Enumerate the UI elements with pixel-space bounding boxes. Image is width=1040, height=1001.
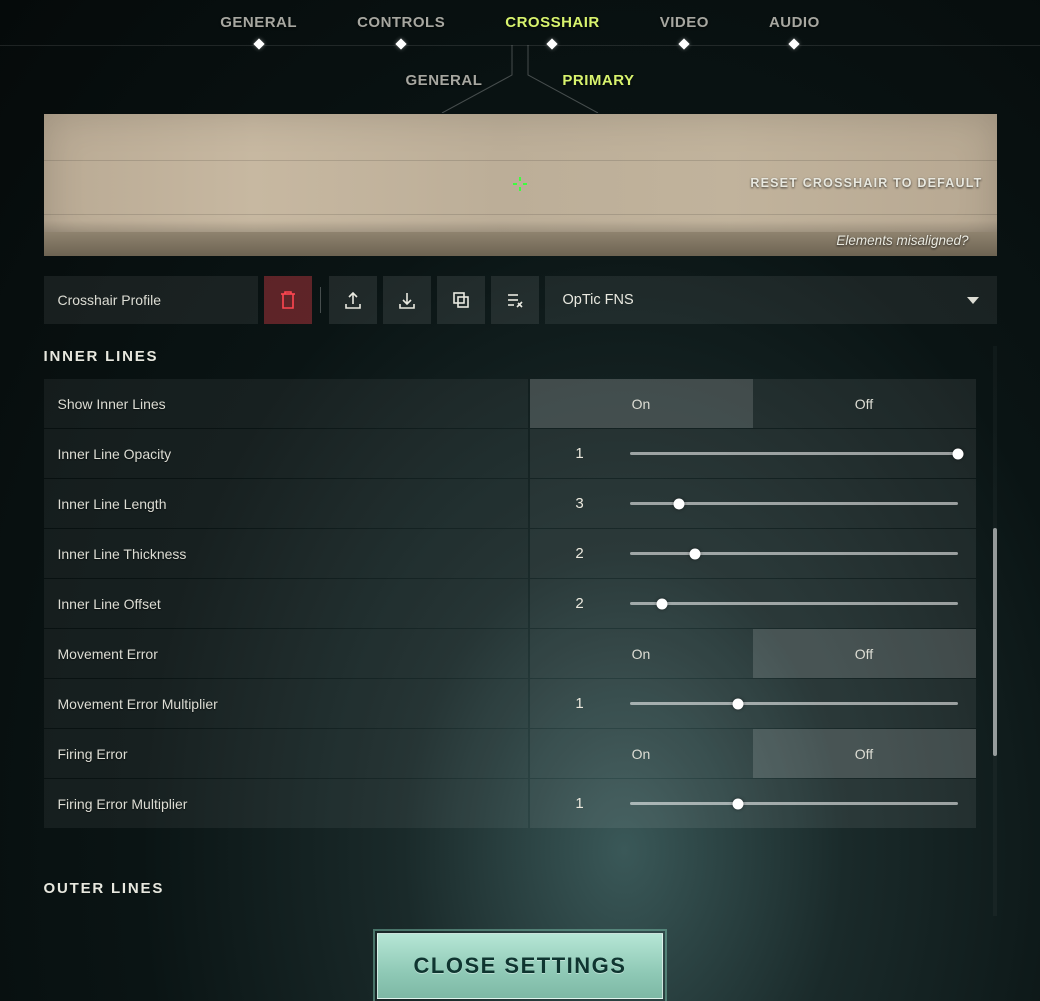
slider-value: 1 xyxy=(530,445,630,462)
reset-crosshair-button[interactable]: RESET CROSSHAIR TO DEFAULT xyxy=(750,176,982,190)
export-profile-button[interactable] xyxy=(329,276,377,324)
setting-control: OnOff xyxy=(530,729,976,778)
chevron-down-icon xyxy=(967,297,979,304)
import-profile-button[interactable] xyxy=(383,276,431,324)
slider-value: 1 xyxy=(530,695,630,712)
crosshair-icon xyxy=(513,177,527,191)
toggle-on[interactable]: On xyxy=(530,729,753,778)
setting-label: Show Inner Lines xyxy=(44,379,528,428)
setting-row-fire-err: Firing ErrorOnOff xyxy=(44,729,976,778)
setting-control: 1 xyxy=(530,679,976,728)
copy-icon xyxy=(451,290,471,310)
profile-label: Crosshair Profile xyxy=(44,276,258,324)
subtab-general[interactable]: GENERAL xyxy=(406,72,483,89)
setting-row-move-err-mult: Movement Error Multiplier1 xyxy=(44,679,976,728)
upload-icon xyxy=(343,290,363,310)
setting-label: Inner Line Thickness xyxy=(44,529,528,578)
tab-controls[interactable]: CONTROLS xyxy=(357,14,445,31)
tab-general[interactable]: GENERAL xyxy=(220,14,297,31)
toggle-fire-err: OnOff xyxy=(530,729,976,778)
setting-label: Movement Error xyxy=(44,629,528,678)
duplicate-profile-button[interactable] xyxy=(437,276,485,324)
settings-scroll-area[interactable]: INNER LINESShow Inner LinesOnOffInner Li… xyxy=(44,346,976,916)
setting-control: 2 xyxy=(530,529,976,578)
tabs-main: GENERAL CONTROLS CROSSHAIR VIDEO AUDIO xyxy=(0,0,1040,46)
slider-inner-length[interactable] xyxy=(630,479,976,528)
subtab-primary[interactable]: PRIMARY xyxy=(562,72,634,89)
tab-audio[interactable]: AUDIO xyxy=(769,14,820,31)
section-title-inner: INNER LINES xyxy=(44,348,976,365)
elements-misaligned-link[interactable]: Elements misaligned? xyxy=(836,233,968,248)
download-icon xyxy=(397,290,417,310)
setting-row-inner-length: Inner Line Length3 xyxy=(44,479,976,528)
toggle-off[interactable]: Off xyxy=(753,629,976,678)
setting-label: Inner Line Length xyxy=(44,479,528,528)
toggle-off[interactable]: Off xyxy=(753,379,976,428)
slider-wrap: 3 xyxy=(530,479,976,528)
profile-selected: OpTic FNS xyxy=(563,292,634,308)
divider xyxy=(320,287,321,313)
tab-video[interactable]: VIDEO xyxy=(660,14,709,31)
setting-row-fire-err-mult: Firing Error Multiplier1 xyxy=(44,779,976,828)
slider-move-err-mult[interactable] xyxy=(630,679,976,728)
slider-value: 1 xyxy=(530,795,630,812)
scrollbar[interactable] xyxy=(993,346,997,916)
close-settings-button[interactable]: CLOSE SETTINGS xyxy=(377,933,663,999)
slider-value: 2 xyxy=(530,595,630,612)
setting-control: 3 xyxy=(530,479,976,528)
slider-wrap: 2 xyxy=(530,529,976,578)
trash-icon xyxy=(279,290,297,310)
slider-wrap: 1 xyxy=(530,679,976,728)
toggle-move-err: OnOff xyxy=(530,629,976,678)
toggle-on[interactable]: On xyxy=(530,379,753,428)
toggle-on[interactable]: On xyxy=(530,629,753,678)
slider-wrap: 1 xyxy=(530,779,976,828)
toggle-show-inner: OnOff xyxy=(530,379,976,428)
slider-inner-thick[interactable] xyxy=(630,529,976,578)
slider-wrap: 2 xyxy=(530,579,976,628)
setting-row-move-err: Movement ErrorOnOff xyxy=(44,629,976,678)
edit-list-icon xyxy=(505,290,525,310)
setting-label: Inner Line Opacity xyxy=(44,429,528,478)
setting-row-inner-thick: Inner Line Thickness2 xyxy=(44,529,976,578)
scrollbar-thumb[interactable] xyxy=(993,528,997,756)
edit-profile-button[interactable] xyxy=(491,276,539,324)
setting-control: OnOff xyxy=(530,379,976,428)
setting-row-show-inner: Show Inner LinesOnOff xyxy=(44,379,976,428)
toggle-off[interactable]: Off xyxy=(753,729,976,778)
slider-inner-offset[interactable] xyxy=(630,579,976,628)
slider-inner-opacity[interactable] xyxy=(630,429,976,478)
setting-label: Firing Error Multiplier xyxy=(44,779,528,828)
slider-wrap: 1 xyxy=(530,429,976,478)
setting-control: 1 xyxy=(530,429,976,478)
tabs-sub: GENERAL PRIMARY xyxy=(0,46,1040,114)
tab-crosshair[interactable]: CROSSHAIR xyxy=(505,14,600,31)
section-title-outer: OUTER LINES xyxy=(44,880,976,897)
setting-row-inner-opacity: Inner Line Opacity1 xyxy=(44,429,976,478)
setting-label: Firing Error xyxy=(44,729,528,778)
profile-dropdown[interactable]: OpTic FNS xyxy=(545,276,997,324)
setting-label: Movement Error Multiplier xyxy=(44,679,528,728)
delete-profile-button[interactable] xyxy=(264,276,312,324)
setting-control: 2 xyxy=(530,579,976,628)
profile-bar: Crosshair Profile xyxy=(44,276,997,324)
setting-control: OnOff xyxy=(530,629,976,678)
slider-value: 3 xyxy=(530,495,630,512)
setting-label: Inner Line Offset xyxy=(44,579,528,628)
setting-row-inner-offset: Inner Line Offset2 xyxy=(44,579,976,628)
slider-value: 2 xyxy=(530,545,630,562)
setting-control: 1 xyxy=(530,779,976,828)
slider-fire-err-mult[interactable] xyxy=(630,779,976,828)
crosshair-preview: RESET CROSSHAIR TO DEFAULT Elements misa… xyxy=(44,114,997,256)
